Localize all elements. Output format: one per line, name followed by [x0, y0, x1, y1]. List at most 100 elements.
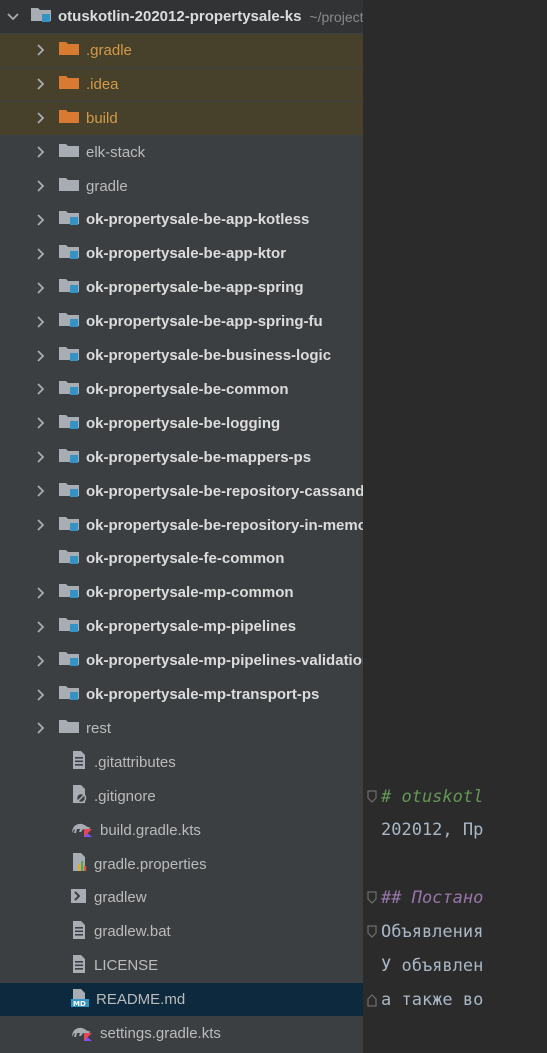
chevron-right-icon[interactable] [34, 721, 48, 735]
file-row[interactable]: .gitignore [0, 780, 363, 813]
tree-item-label: .gradle [86, 41, 132, 59]
chevron-right-icon[interactable] [34, 315, 48, 329]
file-row[interactable]: LICENSE [0, 949, 363, 982]
shell-script-icon [70, 887, 88, 909]
chevron-right-icon[interactable] [34, 382, 48, 396]
editor-line-text: 202012, Пр [381, 820, 484, 841]
gitignore-file-icon [70, 784, 88, 808]
fold-marker-icon[interactable] [363, 993, 381, 1007]
text-file-icon [70, 954, 88, 978]
folder-row[interactable]: .idea [0, 67, 363, 101]
module-folder-icon [58, 447, 80, 468]
chevron-right-icon[interactable] [34, 247, 48, 261]
module-folder-icon [58, 277, 80, 298]
tree-item-label: .idea [86, 75, 119, 93]
chevron-right-icon[interactable] [34, 586, 48, 600]
folder-icon [58, 176, 80, 196]
folder-row[interactable]: ok-propertysale-be-app-spring [0, 271, 363, 304]
text-file-icon [70, 750, 88, 774]
folder-row[interactable]: gradle [0, 170, 363, 203]
folder-row[interactable]: ok-propertysale-be-repository-cassandra [0, 475, 363, 508]
folder-row[interactable]: .gradle [0, 33, 363, 67]
folder-row[interactable]: ok-propertysale-mp-pipelines-validation [0, 644, 363, 677]
editor-line-text: # otuskotl [381, 786, 484, 807]
chevron-right-icon[interactable] [34, 484, 48, 498]
editor-line[interactable] [363, 848, 381, 881]
tree-item-label: settings.gradle.kts [100, 1025, 221, 1042]
gradle-kts-icon [70, 1023, 94, 1045]
folder-row[interactable]: ok-propertysale-be-logging [0, 407, 363, 440]
project-root-row[interactable]: otuskotlin-202012-propertysale-ks ~/proje… [0, 0, 363, 33]
chevron-right-icon[interactable] [34, 179, 48, 193]
chevron-right-icon[interactable] [34, 349, 48, 363]
module-folder-icon [58, 243, 80, 264]
tree-item-label: ok-propertysale-be-logging [86, 414, 281, 432]
editor-line[interactable]: ## Постано [363, 882, 483, 915]
folder-row[interactable]: build [0, 101, 363, 135]
chevron-down-icon[interactable] [6, 10, 20, 24]
folder-row[interactable]: ok-propertysale-mp-common [0, 576, 363, 609]
folder-row[interactable]: elk-stack [0, 136, 363, 169]
folder-row[interactable]: ok-propertysale-be-repository-in-memory [0, 509, 363, 542]
tree-item-label: ok-propertysale-mp-common [86, 584, 294, 602]
chevron-right-icon[interactable] [34, 111, 48, 125]
tree-item-label: .gitignore [94, 787, 156, 805]
chevron-right-icon[interactable] [34, 213, 48, 227]
file-row[interactable]: settings.gradle.kts [0, 1017, 363, 1050]
folder-row[interactable]: ok-propertysale-be-app-ktor [0, 237, 363, 270]
editor-line[interactable]: 202012, Пр [363, 814, 483, 847]
module-folder-icon [58, 548, 80, 569]
editor-line[interactable]: У объявлен [363, 950, 483, 983]
chevron-right-icon[interactable] [34, 518, 48, 532]
excluded-folder-icon [58, 74, 80, 94]
folder-row[interactable]: ok-propertysale-be-business-logic [0, 339, 363, 372]
chevron-right-icon[interactable] [34, 688, 48, 702]
folder-row[interactable]: ok-propertysale-be-app-spring-fu [0, 305, 363, 338]
folder-row[interactable]: rest [0, 712, 363, 745]
folder-row[interactable]: ok-propertysale-mp-transport-ps [0, 678, 363, 711]
tree-item-label: ok-propertysale-be-repository-in-memory [86, 516, 363, 534]
file-row[interactable]: build.gradle.kts [0, 814, 363, 847]
file-row[interactable]: gradle.properties [0, 848, 363, 881]
tree-item-label: ok-propertysale-be-app-ktor [86, 245, 287, 263]
folder-row[interactable]: ok-propertysale-be-common [0, 373, 363, 406]
project-path: ~/projects/edu/otuskotlin-202012-propert… [309, 8, 363, 25]
file-row[interactable]: gradlew.bat [0, 915, 363, 948]
chevron-right-icon[interactable] [34, 77, 48, 91]
fold-marker-icon[interactable] [363, 789, 381, 804]
editor-line[interactable]: # otuskotl [363, 780, 483, 813]
editor-line[interactable]: а также во [363, 983, 483, 1016]
module-folder-icon [58, 616, 80, 637]
tree-item-label: ok-propertysale-be-app-kotless [86, 211, 310, 229]
chevron-right-icon[interactable] [34, 145, 48, 159]
chevron-right-icon[interactable] [34, 654, 48, 668]
fold-marker-icon[interactable] [363, 925, 381, 939]
chevron-right-icon[interactable] [34, 450, 48, 464]
folder-row[interactable]: ok-propertysale-mp-pipelines [0, 610, 363, 643]
tree-item-label: gradlew.bat [94, 923, 171, 941]
folder-row[interactable]: ok-propertysale-be-app-kotless [0, 203, 363, 236]
tree-item-label: ok-propertysale-mp-pipelines [86, 618, 297, 636]
chevron-right-icon[interactable] [34, 416, 48, 430]
tree-item-label: gradlew [94, 889, 147, 907]
chevron-right-icon[interactable] [34, 281, 48, 295]
markdown-file-icon: MD [70, 988, 90, 1012]
file-row[interactable]: gradlew [0, 881, 363, 914]
editor-panel: # otuskotl 202012, Пр ## Постано Объявления… [363, 0, 547, 1053]
tree-item-label: build [86, 109, 118, 127]
module-folder-icon [58, 209, 80, 230]
folder-row[interactable]: ok-propertysale-be-mappers-ps [0, 441, 363, 474]
chevron-right-icon[interactable] [34, 43, 48, 57]
file-row[interactable]: .gitattributes [0, 746, 363, 779]
editor-line[interactable]: Объявления [363, 916, 483, 949]
file-row[interactable]: MD README.md [0, 983, 363, 1017]
fold-marker-icon[interactable] [363, 891, 381, 905]
chevron-right-icon[interactable] [34, 620, 48, 634]
tree-item-label: gradle.properties [94, 855, 207, 873]
folder-row[interactable]: ok-propertysale-fe-common [0, 542, 363, 575]
